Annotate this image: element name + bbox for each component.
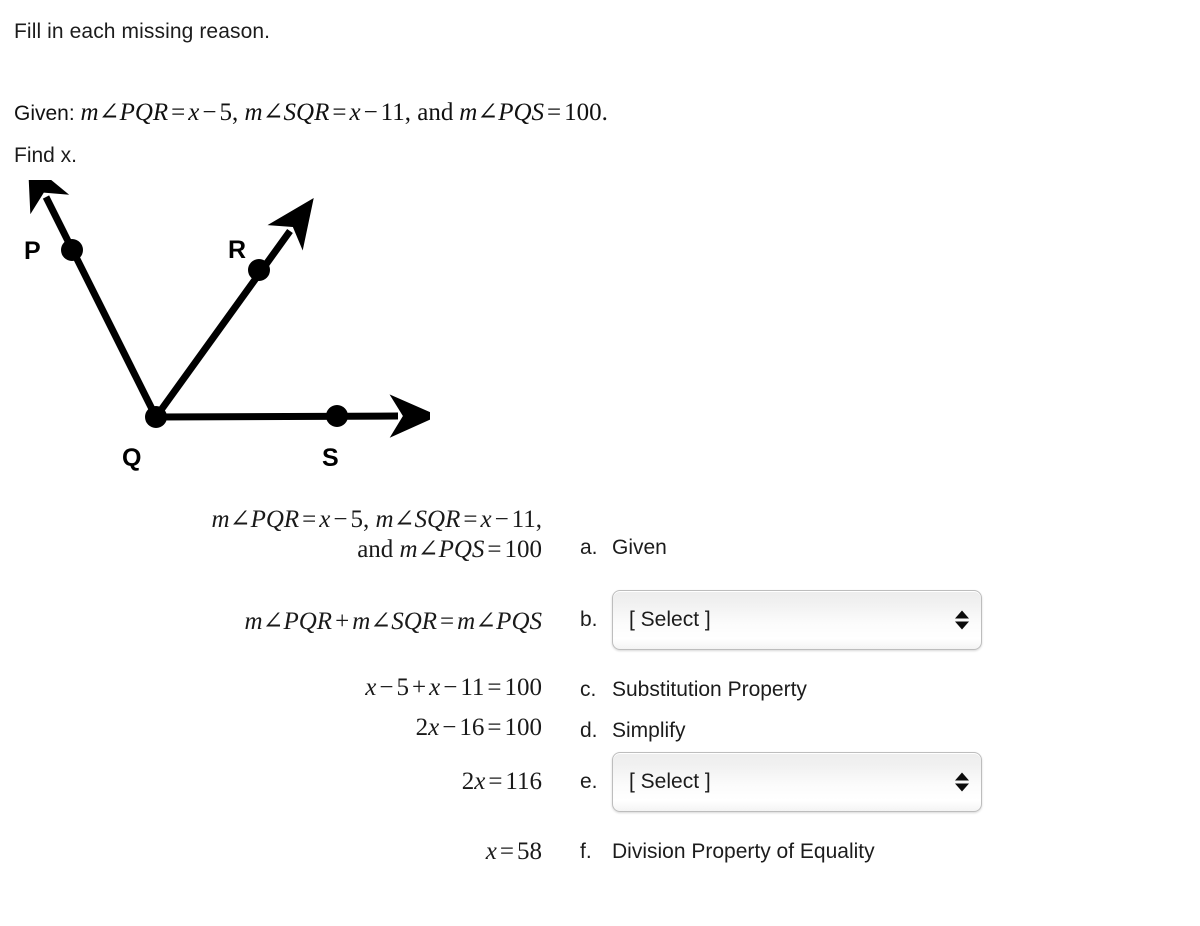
reason-letter-d: d. <box>580 719 598 742</box>
reason-letter-b: b. <box>580 608 598 631</box>
reason-row-f: f. Division Property of Equality <box>580 840 875 864</box>
given-expr-3: m∠PQS = 100. <box>459 99 608 126</box>
chevron-updown-icon <box>955 610 969 630</box>
statement-a-line2: and m∠PQS = 100 <box>357 536 542 563</box>
reason-text-d: Simplify <box>612 719 686 742</box>
statement-b: m∠PQR + m∠SQR = m∠PQS <box>244 608 542 635</box>
statement-d: 2x −16 = 100 <box>415 714 542 741</box>
reason-row-b: b. [ Select ] <box>580 590 982 650</box>
given-expr-2: m∠SQR = x −11, <box>244 99 412 126</box>
given-prefix: Given: <box>14 102 75 125</box>
statement-a: m∠PQR = x −5, m∠SQR = x −11, and m∠PQS = 100 <box>212 504 542 564</box>
reason-text-f: Division Property of Equality <box>612 840 875 863</box>
given-expr-1: m∠PQR = x −5, <box>80 99 239 126</box>
reason-letter-f: f. <box>580 840 592 863</box>
worksheet-page: Fill in each missing reason. Given: m∠PQ… <box>0 0 1200 926</box>
point-label-S: S <box>322 444 339 472</box>
proof-table: m∠PQR = x −5, m∠SQR = x −11, and m∠PQS = 100 m∠P… <box>0 498 1200 898</box>
reason-row-a: a. Given <box>580 536 667 560</box>
reason-row-c: c. Substitution Property <box>580 678 807 702</box>
reason-letter-c: c. <box>580 678 597 701</box>
point-label-R: R <box>228 236 246 264</box>
instruction-text: Fill in each missing reason. <box>14 20 271 43</box>
statement-e: 2x = 116 <box>461 768 542 795</box>
chevron-updown-icon <box>955 772 969 792</box>
reason-text-c: Substitution Property <box>612 678 807 701</box>
find-instruction: Find x. <box>14 144 78 167</box>
reason-letter-a: a. <box>580 536 598 559</box>
reason-select-e[interactable]: [ Select ] <box>612 752 982 812</box>
reason-select-b-value: [ Select ] <box>629 608 711 631</box>
reason-row-e: e. [ Select ] <box>580 752 982 812</box>
ray-QR <box>153 198 314 420</box>
ray-QS <box>155 394 430 438</box>
reason-letter-e: e. <box>580 770 598 793</box>
point-label-Q: Q <box>122 444 141 472</box>
point-P-dot <box>61 239 83 261</box>
point-Q-dot <box>145 406 167 428</box>
statement-a-line1: m∠PQR = x −5, m∠SQR = x −11, <box>211 506 542 533</box>
reason-select-b[interactable]: [ Select ] <box>612 590 982 650</box>
point-S-dot <box>326 405 348 427</box>
reason-text-a: Given <box>612 536 667 559</box>
given-conjunction: and <box>417 99 454 126</box>
angle-diagram-svg: P R Q S <box>24 180 430 472</box>
reason-row-d: d. Simplify <box>580 719 686 743</box>
reason-select-e-value: [ Select ] <box>629 770 711 793</box>
point-label-P: P <box>24 237 41 265</box>
ray-QP <box>27 180 160 419</box>
given-statement: Given: m∠PQR = x −5, m∠SQR = x −11, and m∠PQS =… <box>14 98 608 129</box>
statement-c: x −5 + x −11 = 100 <box>365 674 542 701</box>
angle-diagram: P R Q S <box>0 180 430 480</box>
statement-f: x = 58 <box>485 838 542 865</box>
point-R-dot <box>248 259 270 281</box>
